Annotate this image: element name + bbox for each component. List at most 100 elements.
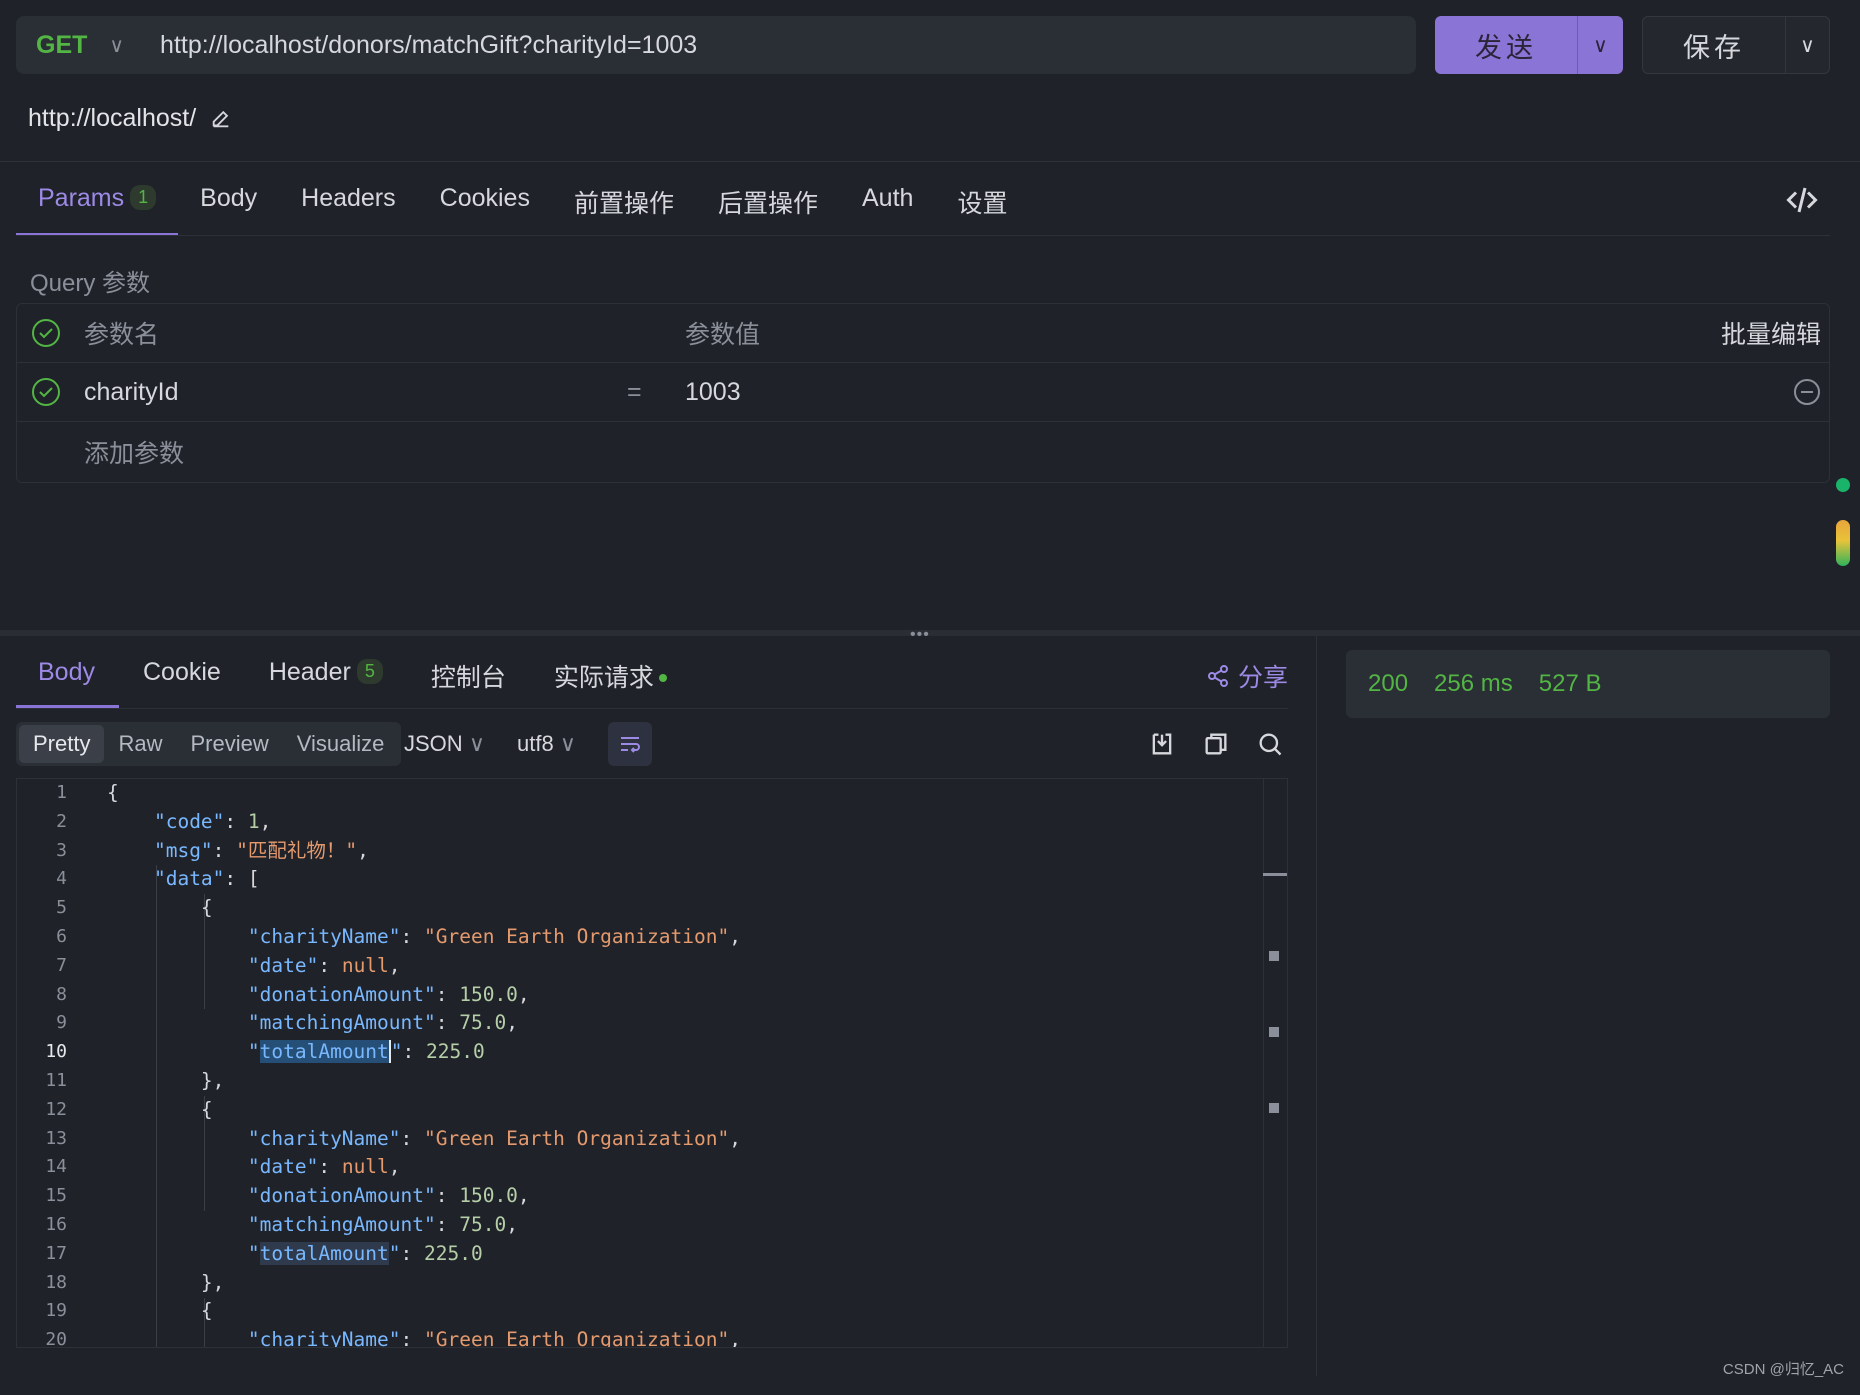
line-number: 13 bbox=[45, 1127, 67, 1149]
code-line: "date": null, bbox=[247, 953, 401, 977]
view-visualize[interactable]: Visualize bbox=[283, 725, 399, 763]
params-header-row: 参数名 参数值 批量编辑 bbox=[17, 304, 1829, 363]
tab-response-cookie[interactable]: Cookie bbox=[119, 646, 245, 708]
scroll-thumb[interactable] bbox=[1263, 873, 1287, 876]
code-line: { bbox=[107, 896, 213, 920]
add-param-row[interactable]: 添加参数 bbox=[17, 422, 1829, 481]
save-button[interactable]: 保存 ∨ bbox=[1642, 16, 1830, 74]
response-body-editor[interactable]: 1 2 3 4 5 6 7 8 9 10 11 12 13 14 15 16 1… bbox=[16, 778, 1288, 1348]
check-circle-icon[interactable] bbox=[31, 318, 61, 348]
line-number: 15 bbox=[45, 1185, 67, 1207]
bulk-edit-button[interactable]: 批量编辑 bbox=[1721, 315, 1821, 351]
line-number: 9 bbox=[56, 1012, 67, 1034]
line-number: 14 bbox=[45, 1156, 67, 1178]
url-bar[interactable]: GET ∨ http://localhost/donors/matchGift?… bbox=[16, 16, 1416, 74]
param-name-input[interactable]: charityId bbox=[84, 378, 178, 407]
minimap-border bbox=[1263, 779, 1264, 1347]
add-param-input[interactable]: 添加参数 bbox=[84, 434, 184, 470]
code-line: { bbox=[107, 781, 119, 804]
format-select[interactable]: JSON ∨ bbox=[404, 722, 485, 766]
pencil-icon[interactable] bbox=[210, 108, 232, 130]
divider bbox=[16, 235, 1830, 236]
minimap-marker bbox=[1269, 1103, 1279, 1113]
base-url: http://localhost/ bbox=[28, 104, 232, 133]
tab-cookies[interactable]: Cookies bbox=[418, 170, 552, 236]
code-line: "msg": "匹配礼物！", bbox=[153, 838, 369, 862]
code-line: "data": [ bbox=[153, 867, 260, 891]
code-line: "matchingAmount": 75.0, bbox=[247, 1011, 518, 1035]
view-mode-group: Pretty Raw Preview Visualize bbox=[16, 722, 402, 766]
view-preview[interactable]: Preview bbox=[176, 725, 282, 763]
copy-icon[interactable] bbox=[1202, 730, 1230, 758]
pane-splitter[interactable] bbox=[0, 630, 1860, 636]
remove-circle-icon[interactable] bbox=[1793, 378, 1821, 406]
line-number: 5 bbox=[56, 897, 67, 919]
params-table: 参数名 参数值 批量编辑 charityId = 1003 添加参数 bbox=[16, 303, 1830, 483]
tab-pre-request[interactable]: 前置操作 bbox=[552, 170, 696, 236]
search-icon[interactable] bbox=[1256, 730, 1284, 758]
encoding-select[interactable]: utf8 ∨ bbox=[517, 722, 576, 766]
chevron-down-icon[interactable]: ∨ bbox=[1578, 33, 1623, 58]
status-dot bbox=[1836, 478, 1850, 492]
chevron-down-icon[interactable]: ∨ bbox=[109, 33, 124, 58]
tab-response-body[interactable]: Body bbox=[16, 646, 119, 708]
code-line: "charityName": "Green Earth Organization… bbox=[247, 924, 741, 948]
view-pretty[interactable]: Pretty bbox=[19, 725, 105, 763]
code-line: "charityName": "Green Earth Organization… bbox=[247, 1328, 741, 1348]
equals-sign: = bbox=[627, 377, 642, 406]
tab-settings[interactable]: 设置 bbox=[935, 170, 1029, 236]
minimap-marker bbox=[1269, 1027, 1279, 1037]
line-number: 19 bbox=[45, 1300, 67, 1322]
line-number: 17 bbox=[45, 1242, 67, 1264]
line-number: 4 bbox=[56, 868, 67, 890]
code-line: "totalAmount": 225.0 bbox=[247, 1241, 483, 1265]
base-url-text: http://localhost/ bbox=[28, 104, 197, 132]
send-button[interactable]: 发送 ∨ bbox=[1435, 16, 1623, 74]
code-line: }, bbox=[107, 1068, 225, 1092]
divider bbox=[16, 708, 1288, 709]
line-number: 20 bbox=[45, 1329, 67, 1348]
code-line-current: "totalAmount ": 225.0 bbox=[247, 1040, 485, 1064]
param-row: charityId = 1003 bbox=[17, 363, 1829, 422]
code-icon[interactable] bbox=[1784, 182, 1820, 218]
tab-actual-request[interactable]: 实际请求 bbox=[530, 646, 691, 708]
tab-post-request[interactable]: 后置操作 bbox=[696, 170, 840, 236]
send-label[interactable]: 发送 bbox=[1435, 26, 1577, 65]
code-line: "date": null, bbox=[247, 1155, 401, 1179]
line-number: 12 bbox=[45, 1098, 67, 1120]
json-code: { "code": 1, "msg": "匹配礼物！", "data": [ {… bbox=[107, 779, 741, 1348]
header-count-badge: 5 bbox=[356, 659, 383, 684]
response-time: 256 ms bbox=[1434, 670, 1513, 697]
save-label[interactable]: 保存 bbox=[1643, 26, 1785, 65]
download-icon[interactable] bbox=[1148, 730, 1176, 758]
tab-response-header[interactable]: Header 5 bbox=[245, 646, 407, 708]
word-wrap-button[interactable] bbox=[608, 722, 652, 766]
line-number-gutter: 1 2 3 4 5 6 7 8 9 10 11 12 13 14 15 16 1… bbox=[17, 779, 75, 1348]
query-section-title: Query 参数 bbox=[30, 270, 151, 297]
check-circle-icon[interactable] bbox=[31, 377, 61, 407]
chevron-down-icon[interactable]: ∨ bbox=[1786, 33, 1829, 58]
progress-indicator bbox=[1836, 520, 1850, 566]
tab-headers[interactable]: Headers bbox=[279, 170, 418, 236]
tab-auth[interactable]: Auth bbox=[840, 170, 935, 236]
code-line: { bbox=[107, 1097, 213, 1121]
code-line: "matchingAmount": 75.0, bbox=[247, 1212, 518, 1236]
view-raw[interactable]: Raw bbox=[104, 725, 176, 763]
watermark: CSDN @归忆_AC bbox=[1722, 1361, 1844, 1378]
line-number: 18 bbox=[45, 1271, 67, 1293]
tab-params[interactable]: Params 1 bbox=[16, 170, 179, 236]
code-line: "donationAmount": 150.0, bbox=[247, 982, 530, 1006]
drag-handle-icon[interactable]: ••• bbox=[910, 626, 930, 644]
tab-console[interactable]: 控制台 bbox=[407, 646, 530, 708]
line-number: 7 bbox=[56, 954, 67, 976]
tab-body[interactable]: Body bbox=[178, 170, 279, 236]
selected-text: totalAmount bbox=[259, 1040, 389, 1064]
share-button[interactable]: 分享 bbox=[1206, 658, 1288, 694]
url-input[interactable]: http://localhost/donors/matchGift?charit… bbox=[160, 31, 697, 60]
share-icon bbox=[1208, 665, 1228, 687]
line-number: 10 bbox=[45, 1041, 67, 1063]
code-line: "donationAmount": 150.0, bbox=[247, 1184, 530, 1208]
method-select[interactable]: GET bbox=[36, 31, 87, 60]
share-label: 分享 bbox=[1238, 664, 1289, 692]
param-value-input[interactable]: 1003 bbox=[685, 378, 741, 407]
